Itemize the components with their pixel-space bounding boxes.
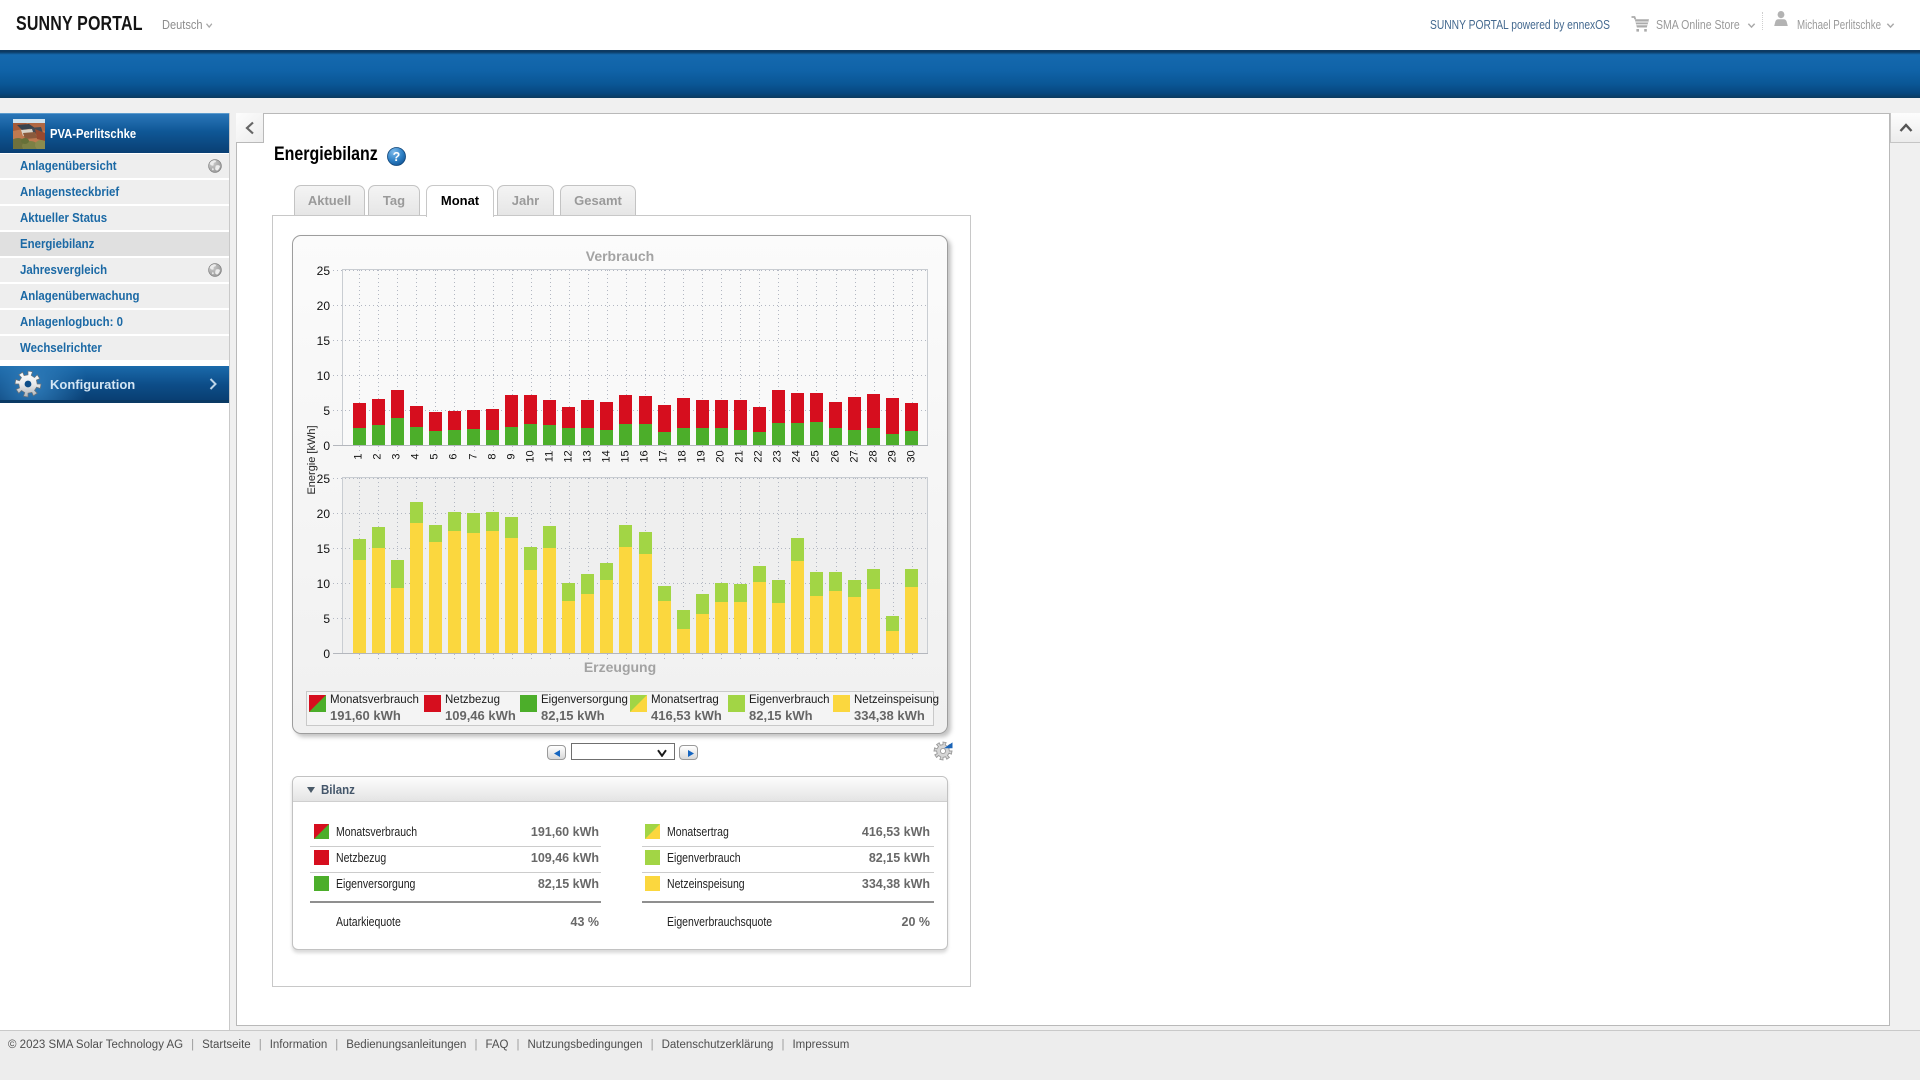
svg-text:?: ? (393, 150, 401, 164)
